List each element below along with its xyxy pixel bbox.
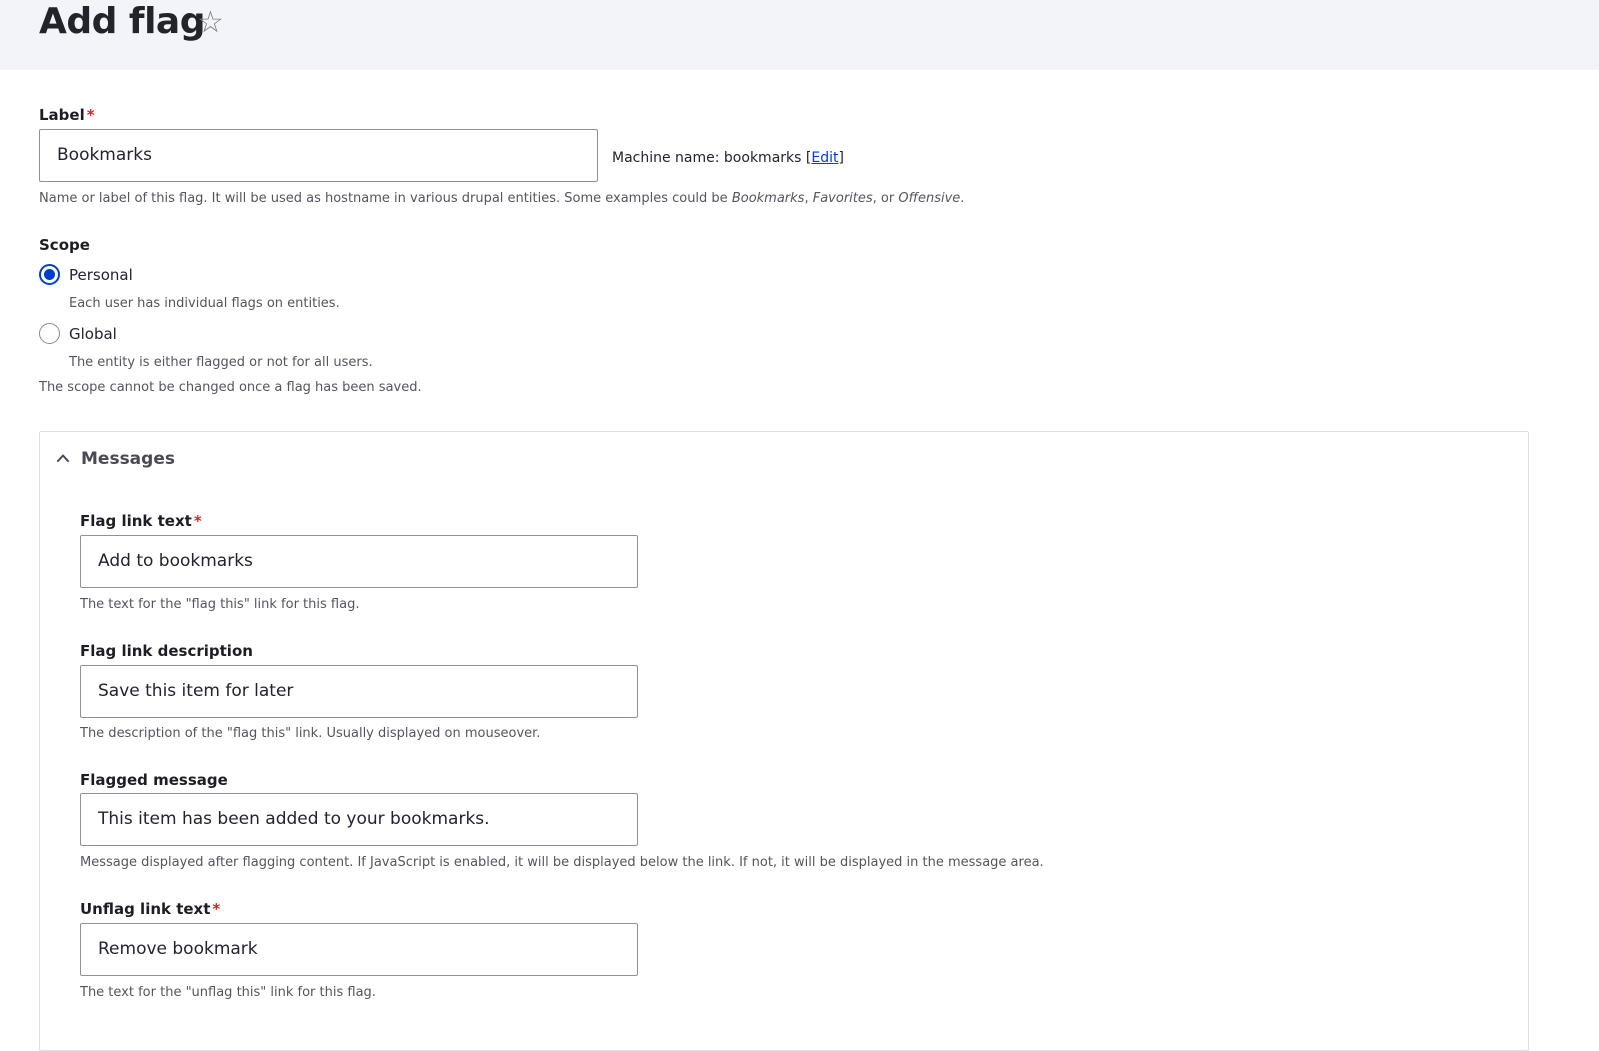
required-marker: *	[212, 900, 221, 918]
example-favorites: Favorites	[812, 191, 873, 206]
flag-link-description-input[interactable]: Save this item for later	[80, 665, 638, 718]
required-marker: *	[193, 512, 202, 530]
radio-personal-label[interactable]: Personal	[69, 266, 133, 284]
flag-link-text-description: The text for the "flag this" link for th…	[80, 597, 360, 612]
flag-link-text-input[interactable]: Add to bookmarks	[80, 535, 638, 588]
messages-summary-label: Messages	[81, 449, 175, 469]
flagged-message-label: Flagged message	[80, 771, 228, 789]
radio-personal[interactable]	[39, 264, 60, 285]
unflag-link-text-input[interactable]: Remove bookmark	[80, 923, 638, 976]
messages-summary[interactable]: Messages	[54, 447, 354, 471]
required-marker: *	[86, 106, 95, 124]
chevron-up-icon	[57, 454, 69, 462]
page-header: Add flag ☆	[0, 0, 1599, 70]
scope-note: The scope cannot be changed once a flag …	[39, 380, 422, 395]
example-bookmarks: Bookmarks	[731, 191, 805, 206]
machine-name: Machine name: bookmarks [Edit]	[612, 149, 844, 167]
machine-name-prefix: Machine name: bookmarks [	[612, 150, 812, 166]
flag-link-description-label: Flag link description	[80, 642, 253, 660]
flag-link-text-label: Flag link text *	[80, 512, 202, 530]
radio-global-description: The entity is either flagged or not for …	[69, 355, 373, 370]
radio-global[interactable]	[39, 323, 60, 344]
label-field-label: Label *	[39, 106, 95, 124]
description-sep-2: , or	[872, 191, 899, 206]
flagged-message-description: Message displayed after flagging content…	[80, 855, 1044, 870]
radio-personal-description: Each user has individual flags on entiti…	[69, 296, 340, 311]
unflag-link-text-description: The text for the "unflag this" link for …	[80, 985, 376, 1000]
scope-label: Scope	[39, 236, 90, 254]
unflag-link-text-label-text: Unflag link text	[80, 900, 211, 918]
page-title: Add flag	[39, 1, 206, 42]
label-input[interactable]: Bookmarks	[39, 129, 598, 182]
description-end: .	[960, 191, 965, 206]
description-sep-1: ,	[804, 191, 813, 206]
flag-link-description-description: The description of the "flag this" link.…	[80, 726, 541, 741]
flagged-message-input[interactable]: This item has been added to your bookmar…	[80, 793, 638, 846]
label-description-text: Name or label of this flag. It will be u…	[39, 191, 732, 206]
machine-name-suffix: ]	[838, 150, 844, 166]
label-description: Name or label of this flag. It will be u…	[39, 191, 964, 207]
example-offensive: Offensive	[898, 191, 961, 206]
flag-link-text-label-text: Flag link text	[80, 512, 192, 530]
radio-global-label[interactable]: Global	[69, 325, 117, 343]
unflag-link-text-label: Unflag link text *	[80, 900, 220, 918]
star-outline-icon[interactable]: ☆	[197, 6, 224, 40]
label-field-label-text: Label	[39, 106, 85, 124]
machine-name-edit-link[interactable]: Edit	[811, 150, 838, 166]
